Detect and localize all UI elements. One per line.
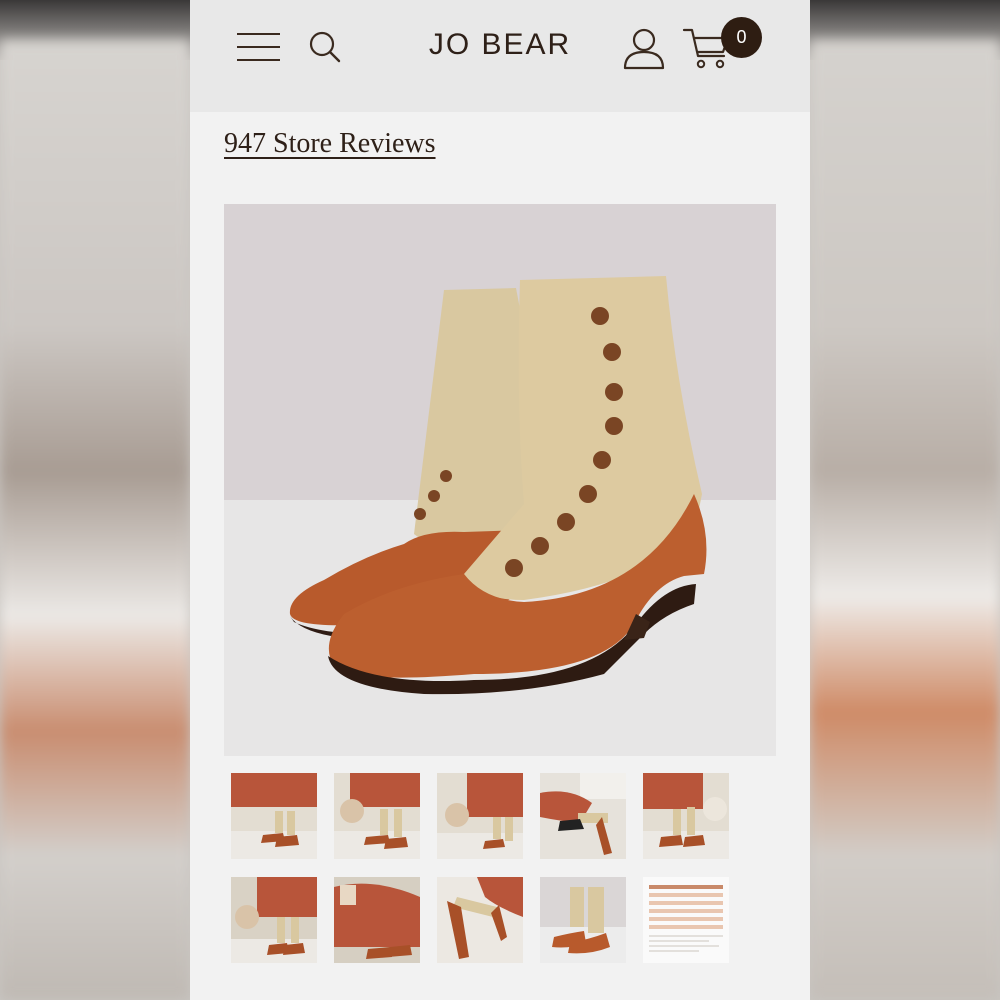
thumbnail-6[interactable] (231, 877, 317, 963)
search-icon[interactable] (308, 30, 342, 64)
thumbnail-9[interactable] (540, 877, 626, 963)
site-header: JO BEAR 0 (190, 0, 810, 112)
thumbnail-4[interactable] (540, 773, 626, 859)
thumbnail-7[interactable] (334, 877, 420, 963)
backdrop-right (810, 40, 1000, 1000)
account-icon[interactable] (622, 26, 666, 70)
thumbnail-2[interactable] (334, 773, 420, 859)
thumbnail-3[interactable] (437, 773, 523, 859)
brand-logo[interactable]: JO BEAR (415, 28, 585, 62)
product-hero-image[interactable] (224, 204, 776, 756)
size-chart-thumbnail[interactable] (643, 877, 729, 963)
hamburger-menu-icon[interactable] (237, 33, 280, 61)
thumbnail-8[interactable] (437, 877, 523, 963)
thumbnail-1[interactable] (231, 773, 317, 859)
cart-count-badge[interactable]: 0 (721, 17, 762, 58)
phone-screen: JO BEAR 0 947 Store Reviews (190, 0, 810, 1000)
thumbnail-5[interactable] (643, 773, 729, 859)
backdrop-left (0, 40, 190, 1000)
store-reviews-link[interactable]: 947 Store Reviews (224, 128, 436, 160)
